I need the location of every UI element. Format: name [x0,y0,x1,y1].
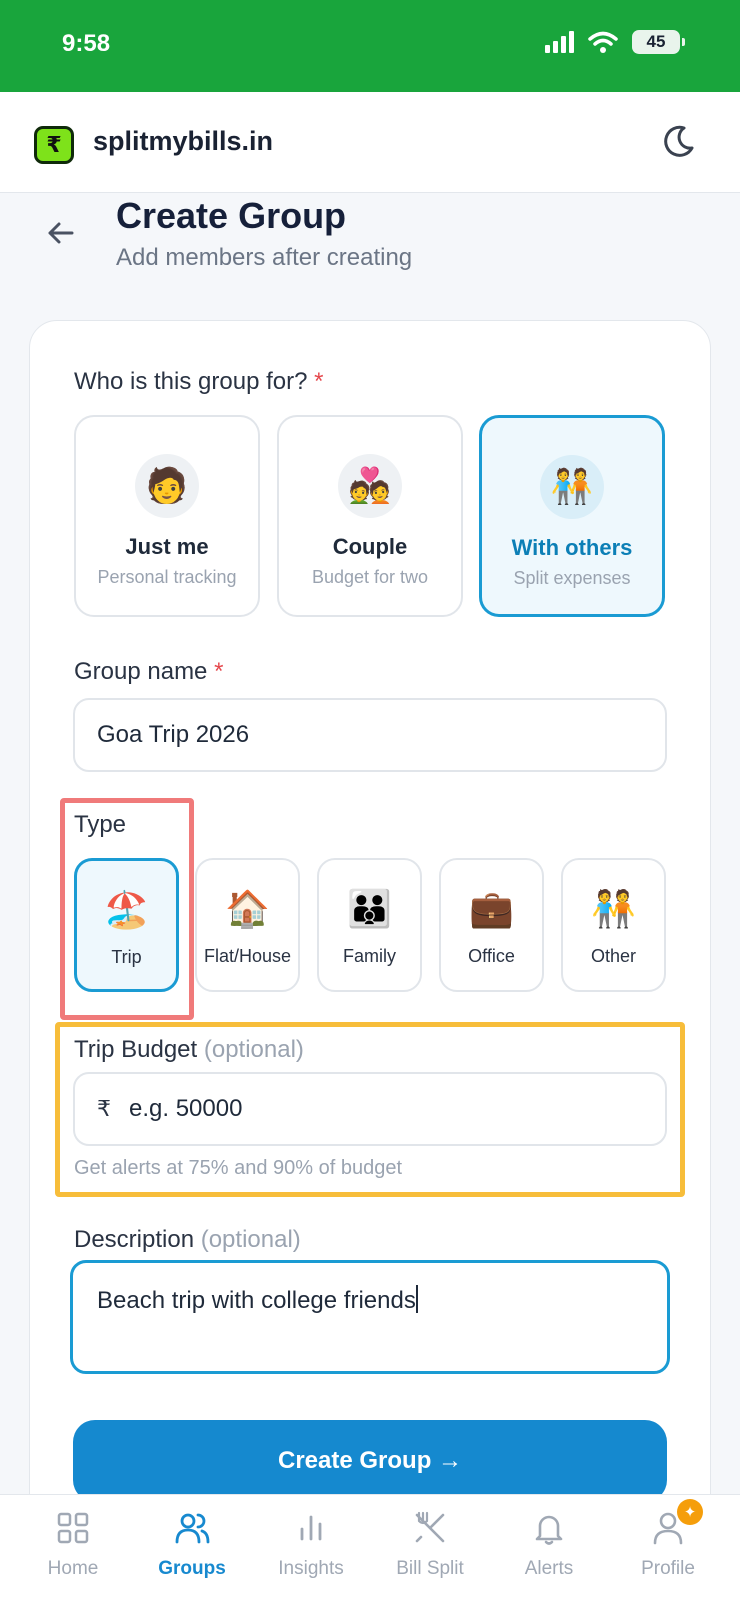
bell-icon [535,1515,563,1545]
who-option-title: Just me [125,534,209,559]
budget-highlight-box [55,1022,685,1197]
nav-label: Bill Split [396,1558,464,1579]
bar-chart-icon [300,1515,322,1541]
type-option-label: Other [590,946,637,966]
group-name-input[interactable]: Goa Trip 2026 [73,698,667,772]
page-subtitle: Add members after creating [116,244,413,271]
group-name-value: Goa Trip 2026 [97,721,250,748]
type-option-flat-house[interactable]: 🏠 Flat/House [195,858,300,992]
couple-icon: 💑 [338,454,402,518]
type-option-label: Family [343,946,396,966]
nav-label: Profile [641,1558,695,1579]
battery-icon: 45 [632,30,685,54]
who-option-couple[interactable]: 💑 Couple Budget for two [277,415,463,617]
type-highlight-box [60,798,194,1020]
nav-label: Insights [278,1558,344,1579]
moon-icon[interactable] [658,122,698,162]
nav-bill-split[interactable]: Bill Split [371,1509,489,1580]
users-icon [175,1513,210,1544]
status-bar: 9:58 45 [0,0,740,92]
who-option-just-me[interactable]: 🧑 Just me Personal tracking [74,415,260,617]
who-option-subtitle: Split expenses [513,568,631,588]
optional-tag: (optional) [200,1226,301,1253]
description-label: Description (optional) [74,1226,301,1254]
text-caret [415,1285,418,1313]
type-option-label: Flat/House [203,946,292,966]
family-icon: 👪 [347,888,392,929]
brand-logo[interactable]: ₹ [34,126,74,164]
required-mark: * [214,658,224,685]
required-mark: * [314,368,324,395]
type-option-label: Office [468,946,515,966]
type-option-office[interactable]: 💼 Office [439,858,544,992]
back-arrow-icon[interactable] [44,216,78,250]
description-textarea[interactable]: Beach trip with college friends [70,1260,670,1374]
signal-icon [545,31,574,53]
briefcase-icon: 💼 [469,888,514,929]
home-grid-icon [57,1512,89,1544]
house-icon: 🏠 [225,888,270,929]
sparkle-badge-icon: ✦ [677,1499,703,1525]
nav-label: Groups [158,1558,226,1579]
who-option-subtitle: Personal tracking [97,567,237,587]
people-holding-hands-icon: 🧑‍🤝‍🧑 [591,888,636,929]
nav-groups[interactable]: Groups [133,1509,251,1580]
status-icons: 45 [545,30,685,54]
description-label-text: Description [74,1226,195,1253]
status-time: 9:58 [62,30,111,57]
page-title: Create Group [116,195,347,236]
nav-label: Home [47,1558,99,1579]
description-value: Beach trip with college friends [97,1287,416,1314]
nav-home[interactable]: Home [14,1509,132,1580]
nav-label: Alerts [524,1558,574,1579]
who-option-title: Couple [332,534,408,559]
group-name-label-text: Group name [74,658,208,685]
type-option-family[interactable]: 👪 Family [317,858,422,992]
who-label-text: Who is this group for? [74,368,308,395]
utensils-icon [415,1511,445,1543]
who-option-subtitle: Budget for two [311,567,429,587]
nav-profile[interactable]: ✦ Profile [609,1499,727,1580]
bottom-nav: Home Groups Insights Bill Split Alerts ✦… [0,1494,740,1600]
who-label: Who is this group for? * [74,368,323,396]
people-holding-hands-icon: 🧑‍🤝‍🧑 [540,455,604,519]
create-group-button[interactable]: Create Group → [73,1420,667,1502]
nav-insights[interactable]: Insights [252,1509,370,1580]
who-option-title: With others [511,535,633,560]
nav-alerts[interactable]: Alerts [490,1509,608,1580]
app-header: ₹ splitmybills.in [0,92,740,193]
brand-name[interactable]: splitmybills.in [93,126,273,157]
person-icon: 🧑 [135,454,199,518]
who-option-with-others[interactable]: 🧑‍🤝‍🧑 With others Split expenses [479,415,665,617]
wifi-icon [588,31,618,53]
type-option-other[interactable]: 🧑‍🤝‍🧑 Other [561,858,666,992]
group-name-label: Group name * [74,658,223,686]
